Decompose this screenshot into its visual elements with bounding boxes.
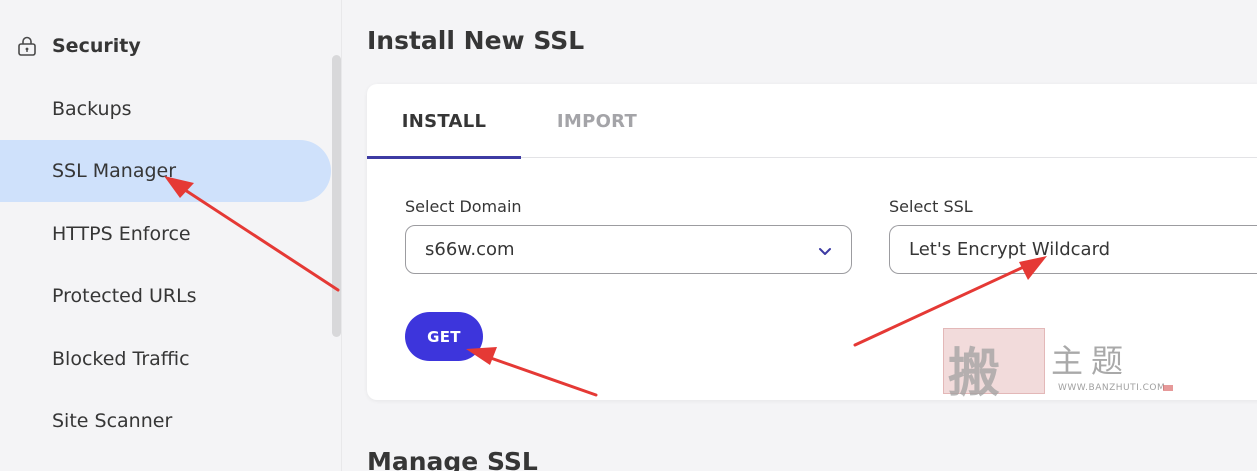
tab-install[interactable]: INSTALL — [367, 84, 521, 159]
page-title: Install New SSL — [367, 26, 585, 55]
lock-icon — [18, 36, 36, 56]
sidebar-item-ssl-manager[interactable]: SSL Manager — [0, 140, 331, 202]
watermark-dot — [1163, 385, 1173, 391]
tab-import[interactable]: IMPORT — [535, 84, 659, 158]
domain-select-value: s66w.com — [425, 239, 515, 260]
domain-select[interactable]: s66w.com — [405, 225, 852, 274]
sidebar: Security Backups SSL Manager HTTPS Enfor… — [0, 0, 333, 471]
sidebar-divider — [341, 0, 342, 471]
chevron-down-icon — [819, 248, 831, 255]
watermark-url: WWW.BANZHUTI.COM — [1058, 383, 1166, 393]
sidebar-item-site-scanner[interactable]: Site Scanner — [0, 390, 331, 452]
get-button[interactable]: GET — [405, 312, 483, 361]
sidebar-scrollbar[interactable] — [332, 55, 341, 337]
watermark-text: 主题 — [1051, 342, 1132, 380]
watermark-char: 搬 — [948, 343, 1001, 404]
select-domain-label: Select Domain — [405, 197, 522, 216]
ssl-select[interactable]: Let's Encrypt Wildcard — [889, 225, 1257, 274]
sidebar-item-protected-urls[interactable]: Protected URLs — [0, 265, 331, 327]
sidebar-section-security[interactable]: Security — [0, 24, 333, 68]
sidebar-item-backups[interactable]: Backups — [0, 78, 331, 140]
sidebar-section-label: Security — [52, 35, 141, 57]
watermark-logo: 搬 主题 WWW.BANZHUTI.COM — [943, 328, 1175, 404]
ssl-tabs: INSTALL IMPORT — [367, 84, 1257, 159]
select-ssl-label: Select SSL — [889, 197, 973, 216]
sidebar-item-https-enforce[interactable]: HTTPS Enforce — [0, 203, 331, 265]
manage-ssl-title: Manage SSL — [367, 447, 538, 471]
sidebar-item-blocked-traffic[interactable]: Blocked Traffic — [0, 328, 331, 390]
ssl-select-value: Let's Encrypt Wildcard — [909, 239, 1111, 260]
watermark-box: 搬 — [943, 328, 1045, 404]
